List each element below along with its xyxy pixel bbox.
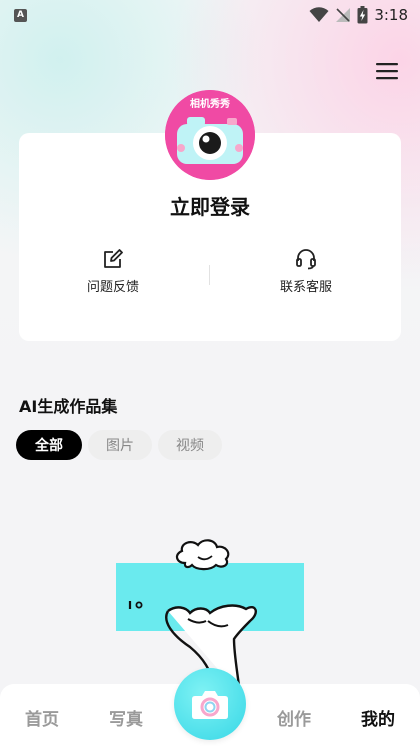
filter-tab-images[interactable]: 图片 <box>88 430 152 460</box>
nav-item-create[interactable]: 创作 <box>264 705 324 730</box>
hamburger-menu-icon <box>376 63 398 80</box>
customer-service-button[interactable]: 联系客服 <box>246 248 366 295</box>
avatar-logo-text: 相机秀秀 <box>190 97 230 110</box>
menu-button[interactable] <box>372 58 402 84</box>
filter-tab-images-label: 图片 <box>106 438 134 454</box>
status-bar: A 3:18 <box>0 0 420 30</box>
camera-icon <box>192 691 228 719</box>
gallery-title: AI生成作品集 <box>19 397 118 416</box>
app-notification-icon: A <box>14 8 27 22</box>
filter-tab-videos[interactable]: 视频 <box>158 430 222 460</box>
login-button[interactable]: 立即登录 <box>19 191 401 220</box>
customer-service-label: 联系客服 <box>279 280 332 295</box>
wifi-icon <box>309 7 329 22</box>
filter-tab-all[interactable]: 全部 <box>16 430 82 460</box>
avatar[interactable]: 相机秀秀 <box>165 90 255 180</box>
feedback-label: 问题反馈 <box>86 280 139 295</box>
filter-tab-all-label: 全部 <box>35 438 63 454</box>
headset-icon <box>296 249 316 270</box>
status-time: 3:18 <box>374 6 408 24</box>
card-divider <box>209 265 210 285</box>
battery-charging-icon <box>357 6 368 24</box>
feedback-edit-icon <box>104 249 123 268</box>
filter-tab-videos-label: 视频 <box>176 438 204 454</box>
camera-button[interactable] <box>174 668 246 740</box>
nav-item-mine[interactable]: 我的 <box>348 705 408 730</box>
nav-item-home[interactable]: 首页 <box>12 705 72 730</box>
feedback-button[interactable]: 问题反馈 <box>53 248 173 295</box>
nav-item-portrait[interactable]: 写真 <box>96 705 156 730</box>
signal-off-icon <box>336 8 351 22</box>
